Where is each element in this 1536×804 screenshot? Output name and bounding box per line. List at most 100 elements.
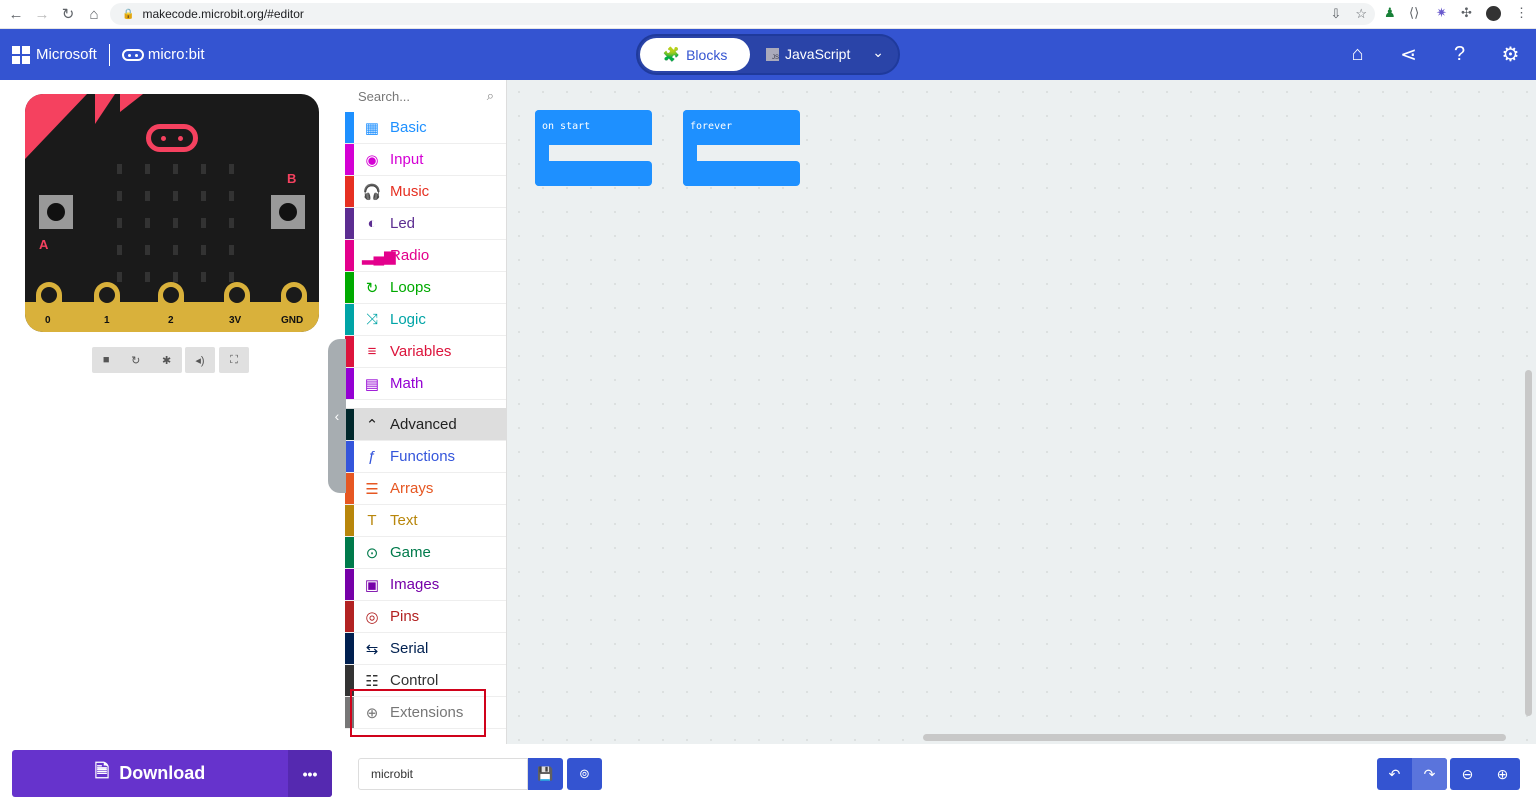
category-icon: ▦	[364, 119, 380, 137]
extension-person-icon[interactable]: ♟	[1384, 5, 1396, 21]
button-a[interactable]	[39, 195, 73, 229]
undo-icon[interactable]: ↶	[1377, 758, 1412, 790]
category-led[interactable]: ◐ Led	[345, 208, 506, 240]
address-bar[interactable]: 🔒 makecode.microbit.org/#editor ⇩ ☆	[110, 3, 1375, 25]
category-icon: T	[367, 512, 377, 529]
home-icon[interactable]: ⌂	[1332, 43, 1383, 66]
category-label: Game	[390, 544, 431, 561]
extension-badge-icon[interactable]: ✷	[1436, 5, 1447, 21]
led	[117, 191, 122, 201]
category-pins[interactable]: ◎ Pins	[345, 601, 506, 633]
pin-label: 1	[104, 315, 110, 326]
search-placeholder: Search...	[358, 88, 411, 104]
category-label: Arrays	[390, 480, 434, 497]
divider	[108, 43, 110, 66]
category-music[interactable]: 🎧 Music	[345, 176, 506, 208]
category-functions[interactable]: ƒ Functions	[345, 441, 506, 473]
blocks-workspace[interactable]: on start forever	[507, 80, 1536, 744]
category-basic[interactable]: ▦ Basic	[345, 112, 506, 144]
toolbox: Search... ⌕ ▦ Basic ◉ Input 🎧 Music ◐ Led ▂▄▆ Rad…	[345, 80, 507, 744]
sound-button[interactable]: ◂)	[185, 347, 215, 373]
back-icon[interactable]: ←	[6, 6, 26, 23]
reload-icon[interactable]: ↻	[58, 5, 78, 23]
category-color-bar	[345, 304, 354, 335]
category-color-bar	[345, 112, 354, 143]
github-button[interactable]: ⊚	[567, 758, 602, 790]
category-text[interactable]: T Text	[345, 505, 506, 537]
category-images[interactable]: ▣ Images	[345, 569, 506, 601]
restart-icon[interactable]: ↻	[131, 354, 140, 367]
button-b[interactable]	[271, 195, 305, 229]
category-logic[interactable]: ⤨ Logic	[345, 304, 506, 336]
search-icon[interactable]: ⌕	[487, 88, 494, 104]
puzzle-icon: 🧩	[662, 46, 681, 62]
bookmark-star-icon[interactable]: ☆	[1355, 6, 1367, 22]
category-icon: ƒ	[367, 448, 377, 465]
block-label: forever	[690, 121, 733, 132]
on-start-block[interactable]: on start	[535, 110, 652, 186]
category-label: Basic	[390, 119, 427, 136]
collapse-simulator-handle[interactable]: ‹	[328, 339, 346, 493]
category-color-bar	[345, 176, 354, 207]
category-label: Variables	[390, 343, 452, 360]
category-label: Input	[390, 151, 424, 168]
category-math[interactable]: ▤ Math	[345, 368, 506, 400]
microbit-board[interactable]: A B 0 1 2 3V GND	[25, 94, 319, 332]
led	[201, 218, 206, 228]
led	[145, 191, 150, 201]
debug-icon[interactable]: ✱	[162, 354, 171, 367]
chevron-down-icon[interactable]: ⌄	[872, 44, 884, 61]
category-icon: ▂▄▆	[362, 247, 396, 265]
save-button[interactable]: 💾	[528, 758, 563, 790]
blocks-tab[interactable]: 🧩 Blocks	[640, 38, 750, 71]
forever-block[interactable]: forever	[683, 110, 800, 186]
download-button[interactable]: 🗎 Download	[12, 759, 288, 789]
category-label: Led	[390, 215, 416, 232]
category-loops[interactable]: ↻ Loops	[345, 272, 506, 304]
category-input[interactable]: ◉ Input	[345, 144, 506, 176]
profile-avatar[interactable]	[1486, 6, 1501, 21]
vertical-scrollbar[interactable]	[1525, 370, 1532, 716]
category-color-bar	[345, 473, 354, 504]
category-color-bar	[345, 272, 354, 303]
category-serial[interactable]: ⇆ Serial	[345, 633, 506, 665]
horizontal-scrollbar[interactable]	[923, 734, 1506, 741]
zoom-out-icon[interactable]: ⊖	[1450, 758, 1485, 790]
toolbox-search[interactable]: Search... ⌕	[345, 80, 506, 112]
category-radio[interactable]: ▂▄▆ Radio	[345, 240, 506, 272]
download-group: 🗎 Download •••	[12, 750, 332, 797]
home-icon[interactable]: ⌂	[84, 6, 104, 23]
microbit-logo-icon	[146, 124, 198, 152]
more-options-button[interactable]: •••	[288, 750, 332, 797]
settings-icon[interactable]: ⚙	[1485, 42, 1536, 67]
javascript-tab[interactable]: JS JavaScript	[766, 46, 850, 62]
help-icon[interactable]: ?	[1434, 43, 1485, 66]
fullscreen-button[interactable]: ⛶	[219, 347, 249, 373]
category-icon: ☰	[365, 480, 379, 498]
category-arrays[interactable]: ☰ Arrays	[345, 473, 506, 505]
led	[145, 272, 150, 282]
project-name-input[interactable]: microbit	[358, 758, 528, 790]
chevron-left-icon: ‹	[334, 408, 340, 424]
category-variables[interactable]: ≡ Variables	[345, 336, 506, 368]
install-icon[interactable]: ⇩	[1330, 6, 1341, 22]
menu-dots-icon[interactable]: ⋮	[1515, 5, 1528, 21]
stop-icon[interactable]: ■	[103, 354, 110, 366]
led	[173, 245, 178, 255]
category-advanced[interactable]: ⌃ Advanced	[345, 409, 506, 441]
category-icon: ↻	[365, 279, 379, 297]
category-game[interactable]: ⊙ Game	[345, 537, 506, 569]
category-color-bar	[345, 569, 354, 600]
js-icon: JS	[766, 47, 779, 61]
microsoft-logo[interactable]: Microsoft	[12, 45, 97, 64]
category-color-bar	[345, 240, 354, 271]
microbit-logo[interactable]: micro:bit	[121, 46, 205, 63]
category-label: Serial	[390, 640, 429, 657]
forward-icon[interactable]: →	[32, 6, 52, 23]
redo-icon[interactable]: ↷	[1412, 758, 1447, 790]
project-name-value: microbit	[371, 767, 414, 781]
extension-code-icon[interactable]: ⟨⟩	[1409, 5, 1419, 21]
extensions-puzzle-icon[interactable]: ✣	[1461, 5, 1472, 21]
zoom-in-icon[interactable]: ⊕	[1485, 758, 1520, 790]
share-icon[interactable]: ⋖	[1383, 42, 1434, 67]
